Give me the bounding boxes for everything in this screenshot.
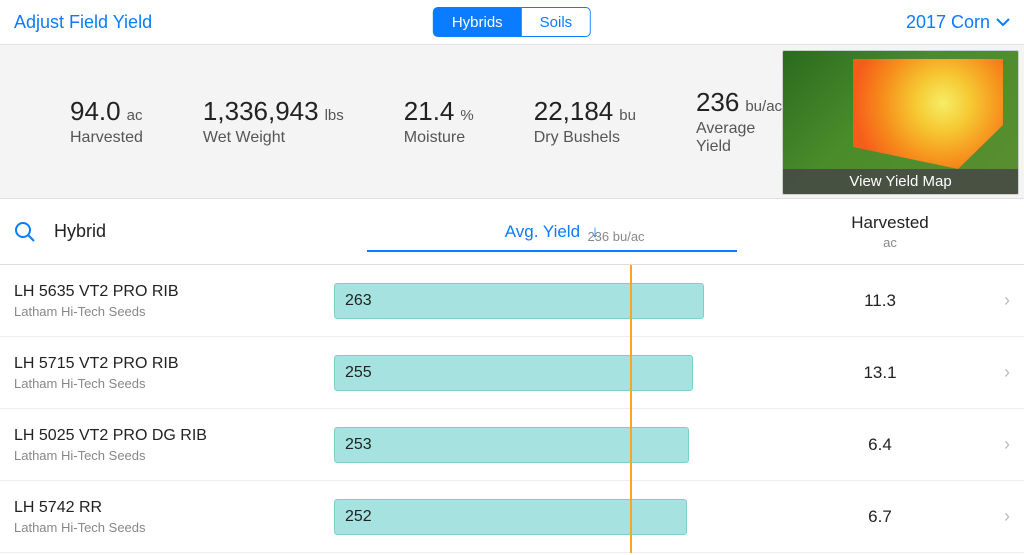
season-selector[interactable]: 2017 Corn (906, 12, 1010, 33)
harvested-value: 11.3 (780, 291, 980, 311)
col-hybrid: Hybrid (14, 221, 334, 243)
threshold-label: 236 bu/ac (587, 229, 644, 244)
yield-map-card[interactable]: View Yield Map (782, 50, 1019, 195)
stat-moisture: 21.4% Moisture (404, 96, 474, 147)
stat-value: 1,336,943 (203, 96, 319, 127)
stat-unit: bu (619, 107, 636, 124)
threshold-line (630, 265, 632, 553)
chevron-right-icon[interactable]: › (980, 434, 1010, 455)
stat-value: 22,184 (534, 96, 614, 127)
search-icon[interactable] (14, 221, 36, 243)
bar-cell: 252 (334, 481, 780, 552)
stat-label: Wet Weight (203, 129, 344, 147)
stat-unit: % (460, 107, 473, 124)
col-harvested: Harvested ac (770, 213, 1010, 250)
yield-bar: 255 (334, 355, 693, 391)
stat-value: 236 (696, 87, 739, 118)
table-row[interactable]: LH 5742 RR Latham Hi-Tech Seeds252 6.7› (0, 481, 1024, 553)
stat-label: Moisture (404, 129, 474, 147)
name-cell: LH 5635 VT2 PRO RIB Latham Hi-Tech Seeds (14, 283, 334, 319)
stat-harvested: 94.0 ac Harvested (70, 96, 143, 147)
col-avg-yield[interactable]: Avg. Yield ↓ (334, 222, 770, 242)
stat-unit: ac (127, 107, 143, 124)
chevron-right-icon[interactable]: › (980, 290, 1010, 311)
table-row[interactable]: LH 5025 VT2 PRO DG RIB Latham Hi-Tech See… (0, 409, 1024, 481)
chevron-down-icon (996, 18, 1010, 26)
stat-label: Harvested (70, 129, 143, 147)
tab-hybrids[interactable]: Hybrids (433, 7, 522, 37)
stat-value: 21.4 (404, 96, 455, 127)
hybrid-name: LH 5025 VT2 PRO DG RIB (14, 427, 334, 445)
stat-unit: lbs (325, 107, 344, 124)
table-row[interactable]: LH 5715 VT2 PRO RIB Latham Hi-Tech Seeds2… (0, 337, 1024, 409)
bar-cell: 263 (334, 265, 780, 336)
chevron-right-icon[interactable]: › (980, 362, 1010, 383)
hybrid-name: LH 5742 RR (14, 499, 334, 517)
name-cell: LH 5715 VT2 PRO RIB Latham Hi-Tech Seeds (14, 355, 334, 391)
stats-row: 94.0 ac Harvested 1,336,943 lbs Wet Weight… (0, 45, 782, 198)
tab-switcher: Hybrids Soils (433, 7, 591, 37)
col-hybrid-label: Hybrid (54, 221, 106, 242)
header-bar: Adjust Field Yield Hybrids Soils 2017 Co… (0, 0, 1024, 44)
stat-wet-weight: 1,336,943 lbs Wet Weight (203, 96, 344, 147)
table-row[interactable]: LH 5635 VT2 PRO RIB Latham Hi-Tech Seeds2… (0, 265, 1024, 337)
stat-value: 94.0 (70, 96, 121, 127)
name-cell: LH 5742 RR Latham Hi-Tech Seeds (14, 499, 334, 535)
stat-label: Average Yield (696, 120, 782, 156)
chevron-right-icon[interactable]: › (980, 506, 1010, 527)
hybrid-brand: Latham Hi-Tech Seeds (14, 304, 334, 319)
stat-dry-bushels: 22,184 bu Dry Bushels (534, 96, 636, 147)
sort-underline (367, 250, 737, 252)
adjust-field-yield-link[interactable]: Adjust Field Yield (14, 12, 152, 33)
stat-unit: bu/ac (745, 98, 782, 115)
bar-cell: 253 (334, 409, 780, 480)
harvested-value: 6.7 (780, 507, 980, 527)
map-caption: View Yield Map (783, 169, 1018, 194)
summary-panel: 94.0 ac Harvested 1,336,943 lbs Wet Weight… (0, 44, 1024, 199)
yield-bar: 263 (334, 283, 704, 319)
table-rows: LH 5635 VT2 PRO RIBLatham Hi-Tech Seeds2… (0, 265, 1024, 553)
yield-bar: 253 (334, 427, 689, 463)
stat-avg-yield: 236 bu/ac Average Yield (696, 87, 782, 156)
tab-soils[interactable]: Soils (522, 7, 592, 37)
col-harvested-label: Harvested (770, 213, 1010, 233)
col-avg-yield-label: Avg. Yield (505, 222, 580, 241)
hybrid-brand: Latham Hi-Tech Seeds (14, 520, 334, 535)
hybrid-name: LH 5635 VT2 PRO RIB (14, 283, 334, 301)
stat-label: Dry Bushels (534, 129, 636, 147)
season-label: 2017 Corn (906, 12, 990, 33)
hybrid-name: LH 5715 VT2 PRO RIB (14, 355, 334, 373)
columns-header: Hybrid Avg. Yield ↓ 236 bu/ac Harvested … (0, 199, 1024, 265)
hybrid-brand: Latham Hi-Tech Seeds (14, 376, 334, 391)
name-cell: LH 5025 VT2 PRO DG RIB Latham Hi-Tech See… (14, 427, 334, 463)
yield-bar: 252 (334, 499, 687, 535)
col-harvested-unit: ac (770, 235, 1010, 250)
bar-cell: 255 (334, 337, 780, 408)
harvested-value: 13.1 (780, 363, 980, 383)
harvested-value: 6.4 (780, 435, 980, 455)
hybrid-brand: Latham Hi-Tech Seeds (14, 448, 334, 463)
